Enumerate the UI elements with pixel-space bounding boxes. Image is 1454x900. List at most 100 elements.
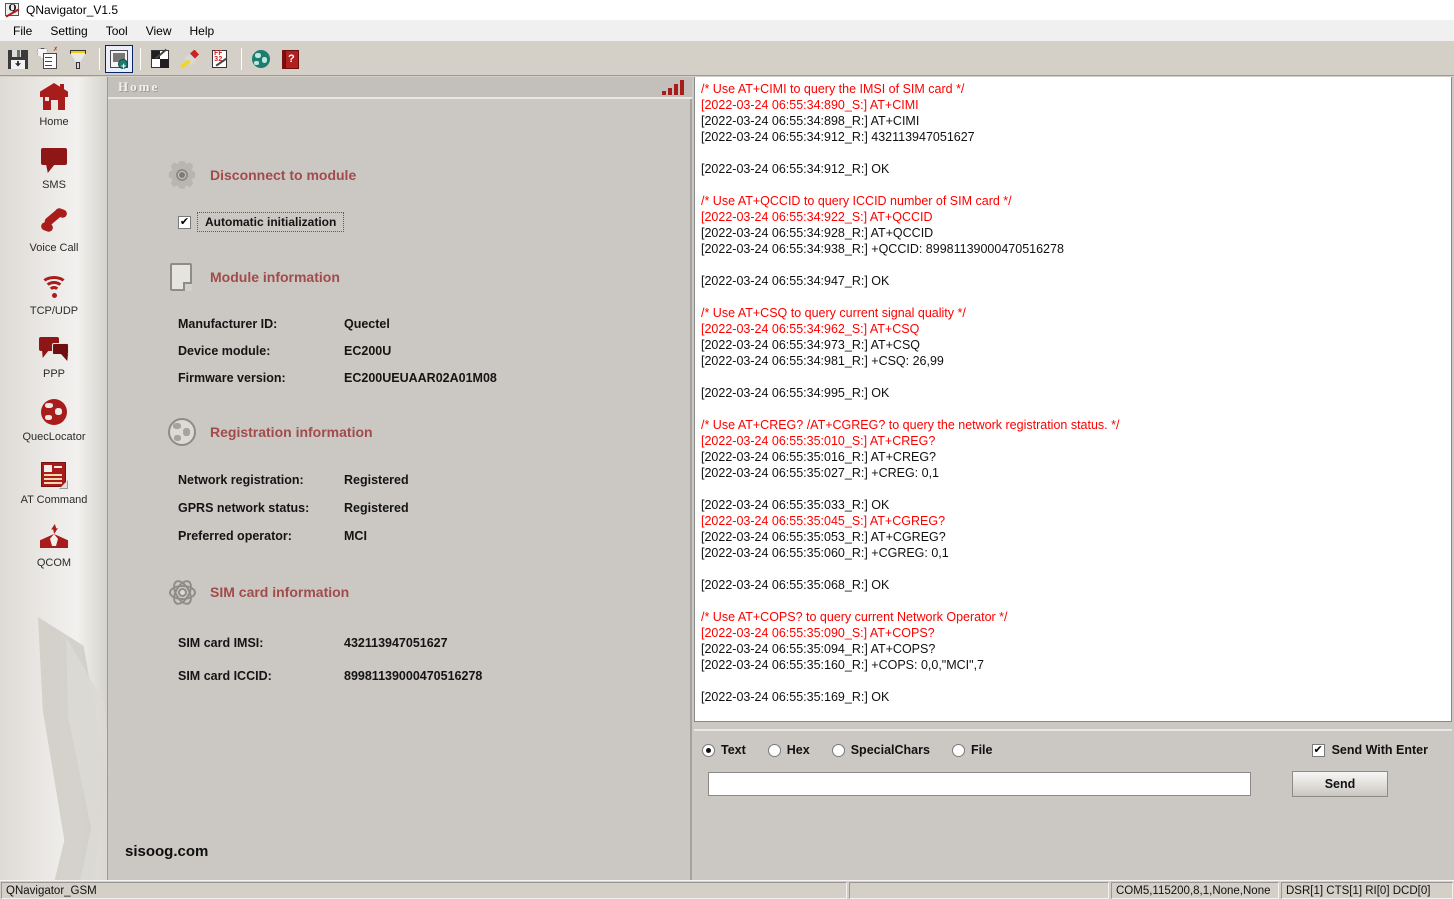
- application-window: Q QNavigator_V1.5 File Setting Tool View…: [0, 0, 1454, 900]
- menu-file[interactable]: File: [4, 22, 41, 40]
- menu-tool[interactable]: Tool: [97, 22, 137, 40]
- registration-info-row: GPRS network status: Registered: [178, 501, 409, 515]
- toolbar-script-settings-button[interactable]: ✗: [34, 45, 62, 73]
- row-value: Registered: [344, 473, 409, 487]
- sidebar-item-label: Home: [39, 116, 69, 128]
- sidebar-item-tcp-udp[interactable]: TCP/UDP: [0, 266, 107, 329]
- qnavigator-app-icon: Q: [4, 2, 20, 18]
- terminal-line: [2022-03-24 06:55:35:068_R:] OK: [701, 578, 890, 592]
- send-button[interactable]: Send: [1292, 771, 1388, 797]
- sidebar-item-queclocator[interactable]: QuecLocator: [0, 392, 107, 455]
- toolbar-edit-button[interactable]: [146, 45, 174, 73]
- menu-bar: File Setting Tool View Help: [0, 20, 1454, 42]
- row-value: MCI: [344, 529, 367, 543]
- send-with-enter-checkbox[interactable]: Send With Enter: [1311, 743, 1428, 757]
- row-key: Device module:: [178, 344, 271, 358]
- row-value: EC200UEUAAR02A01M08: [344, 371, 497, 385]
- row-key: Firmware version:: [178, 371, 286, 385]
- sim-card-information-section: SIM card information: [166, 576, 349, 608]
- terminal-line: [2022-03-24 06:55:34:912_R:] 43211394705…: [701, 130, 975, 144]
- terminal-line: /* Use AT+CREG? /AT+CGREG? to query the …: [701, 418, 1120, 432]
- sidebar-item-sms[interactable]: SMS: [0, 140, 107, 203]
- sidebar-item-voice-call[interactable]: Voice Call: [0, 203, 107, 266]
- status-port-info: COM5,115200,8,1,None,None: [1111, 882, 1279, 899]
- registration-information-section: Registration information: [166, 416, 373, 448]
- sms-bubble-icon: [37, 144, 71, 176]
- send-mode-radio-group: Text Hex SpecialChars File: [702, 743, 1014, 757]
- module-connect-icon: +: [108, 48, 130, 70]
- toolbar-separator-2: [140, 47, 141, 70]
- send-mode-hex[interactable]: Hex: [767, 743, 810, 757]
- terminal-log[interactable]: /* Use AT+CIMI to query the IMSI of SIM …: [694, 77, 1452, 722]
- sidebar-item-home[interactable]: Home: [0, 77, 107, 140]
- module-info-row: Manufacturer ID: Quectel: [178, 317, 390, 331]
- sidebar-item-label: QCOM: [36, 557, 72, 569]
- network-globe-icon: [166, 416, 198, 448]
- send-mode-specialchars[interactable]: SpecialChars: [831, 743, 930, 757]
- terminal-line: [2022-03-24 06:55:34:938_R:] +QCCID: 899…: [701, 242, 1064, 256]
- terminal-line: [2022-03-24 06:55:35:010_S:] AT+CREG?: [701, 434, 936, 448]
- id-card-icon: [37, 459, 71, 491]
- terminal-line: [2022-03-24 06:55:35:033_R:] OK: [701, 498, 890, 512]
- checkbox-box[interactable]: [178, 215, 191, 229]
- send-mode-text[interactable]: Text: [702, 743, 746, 757]
- gear-document-icon: ✗: [37, 47, 59, 70]
- terminal-line: [2022-03-24 06:55:34:890_S:] AT+CIMI: [701, 98, 919, 112]
- radio-indicator[interactable]: [831, 743, 845, 757]
- sidebar-item-label: SMS: [42, 179, 66, 191]
- terminal-line: [2022-03-24 06:55:34:995_R:] OK: [701, 386, 890, 400]
- send-input[interactable]: [708, 772, 1251, 796]
- radio-label: File: [970, 743, 993, 757]
- terminal-line: [2022-03-24 06:55:35:094_R:] AT+COPS?: [701, 642, 936, 656]
- sidebar-item-label: QuecLocator: [22, 431, 86, 443]
- signal-bars-icon: [662, 79, 684, 95]
- radio-indicator[interactable]: [702, 743, 715, 757]
- menu-setting[interactable]: Setting: [41, 22, 96, 40]
- send-mode-file[interactable]: File: [951, 743, 993, 757]
- row-key: SIM card ICCID:: [178, 669, 272, 683]
- disconnect-module-row[interactable]: Disconnect to module: [166, 159, 356, 191]
- automatic-initialization-checkbox[interactable]: Automatic initialization: [178, 212, 345, 232]
- registration-info-row: Network registration: Registered: [178, 473, 409, 487]
- row-key: GPRS network status:: [178, 501, 310, 515]
- send-with-enter-label: Send With Enter: [1331, 743, 1428, 757]
- hex-page-icon: FF 32: [209, 48, 231, 70]
- menu-help[interactable]: Help: [181, 22, 224, 40]
- sidebar-item-qcom[interactable]: QCOM: [0, 518, 107, 581]
- toolbar-clear-button[interactable]: [176, 45, 204, 73]
- sidebar-item-label: PPP: [42, 368, 65, 380]
- toolbar-hex-view-button[interactable]: FF 32: [206, 45, 234, 73]
- title-bar: Q QNavigator_V1.5: [0, 0, 1454, 20]
- status-line-states: DSR[1] CTS[1] RI[0] DCD[0]: [1281, 882, 1453, 899]
- send-area: Text Hex SpecialChars File Send With Ent…: [694, 729, 1452, 885]
- terminal-line: [2022-03-24 06:55:35:090_S:] AT+COPS?: [701, 626, 935, 640]
- terminal-line: [2022-03-24 06:55:35:060_R:] +CGREG: 0,1: [701, 546, 949, 560]
- terminal-line: [2022-03-24 06:55:35:160_R:] +COPS: 0,0,…: [701, 658, 985, 672]
- terminal-line: /* Use AT+CSQ to query current signal qu…: [701, 306, 966, 320]
- funnel-icon: [67, 48, 89, 70]
- radio-label: SpecialChars: [850, 743, 930, 757]
- checkbox-box[interactable]: [1311, 743, 1325, 757]
- toolbar-help-button[interactable]: ?: [277, 45, 305, 73]
- toolbar-save-button[interactable]: [4, 45, 32, 73]
- radio-indicator[interactable]: [767, 743, 781, 757]
- toolbar: ✗ + FF 32 ?: [0, 42, 1454, 76]
- sidebar-item-at-command[interactable]: AT Command: [0, 455, 107, 518]
- sidebar-item-ppp[interactable]: PPP: [0, 329, 107, 392]
- toolbar-filter-button[interactable]: [64, 45, 92, 73]
- registration-information-title: Registration information: [210, 424, 373, 440]
- terminal-pane: /* Use AT+CIMI to query the IMSI of SIM …: [692, 77, 1454, 887]
- toolbar-separator-3: [241, 47, 242, 70]
- page-title: Home: [118, 79, 160, 94]
- toolbar-web-button[interactable]: [247, 45, 275, 73]
- toolbar-connect-module-button[interactable]: +: [105, 44, 133, 73]
- radio-indicator[interactable]: [951, 743, 965, 757]
- menu-view[interactable]: View: [137, 22, 181, 40]
- site-watermark: sisoog.com: [125, 843, 209, 860]
